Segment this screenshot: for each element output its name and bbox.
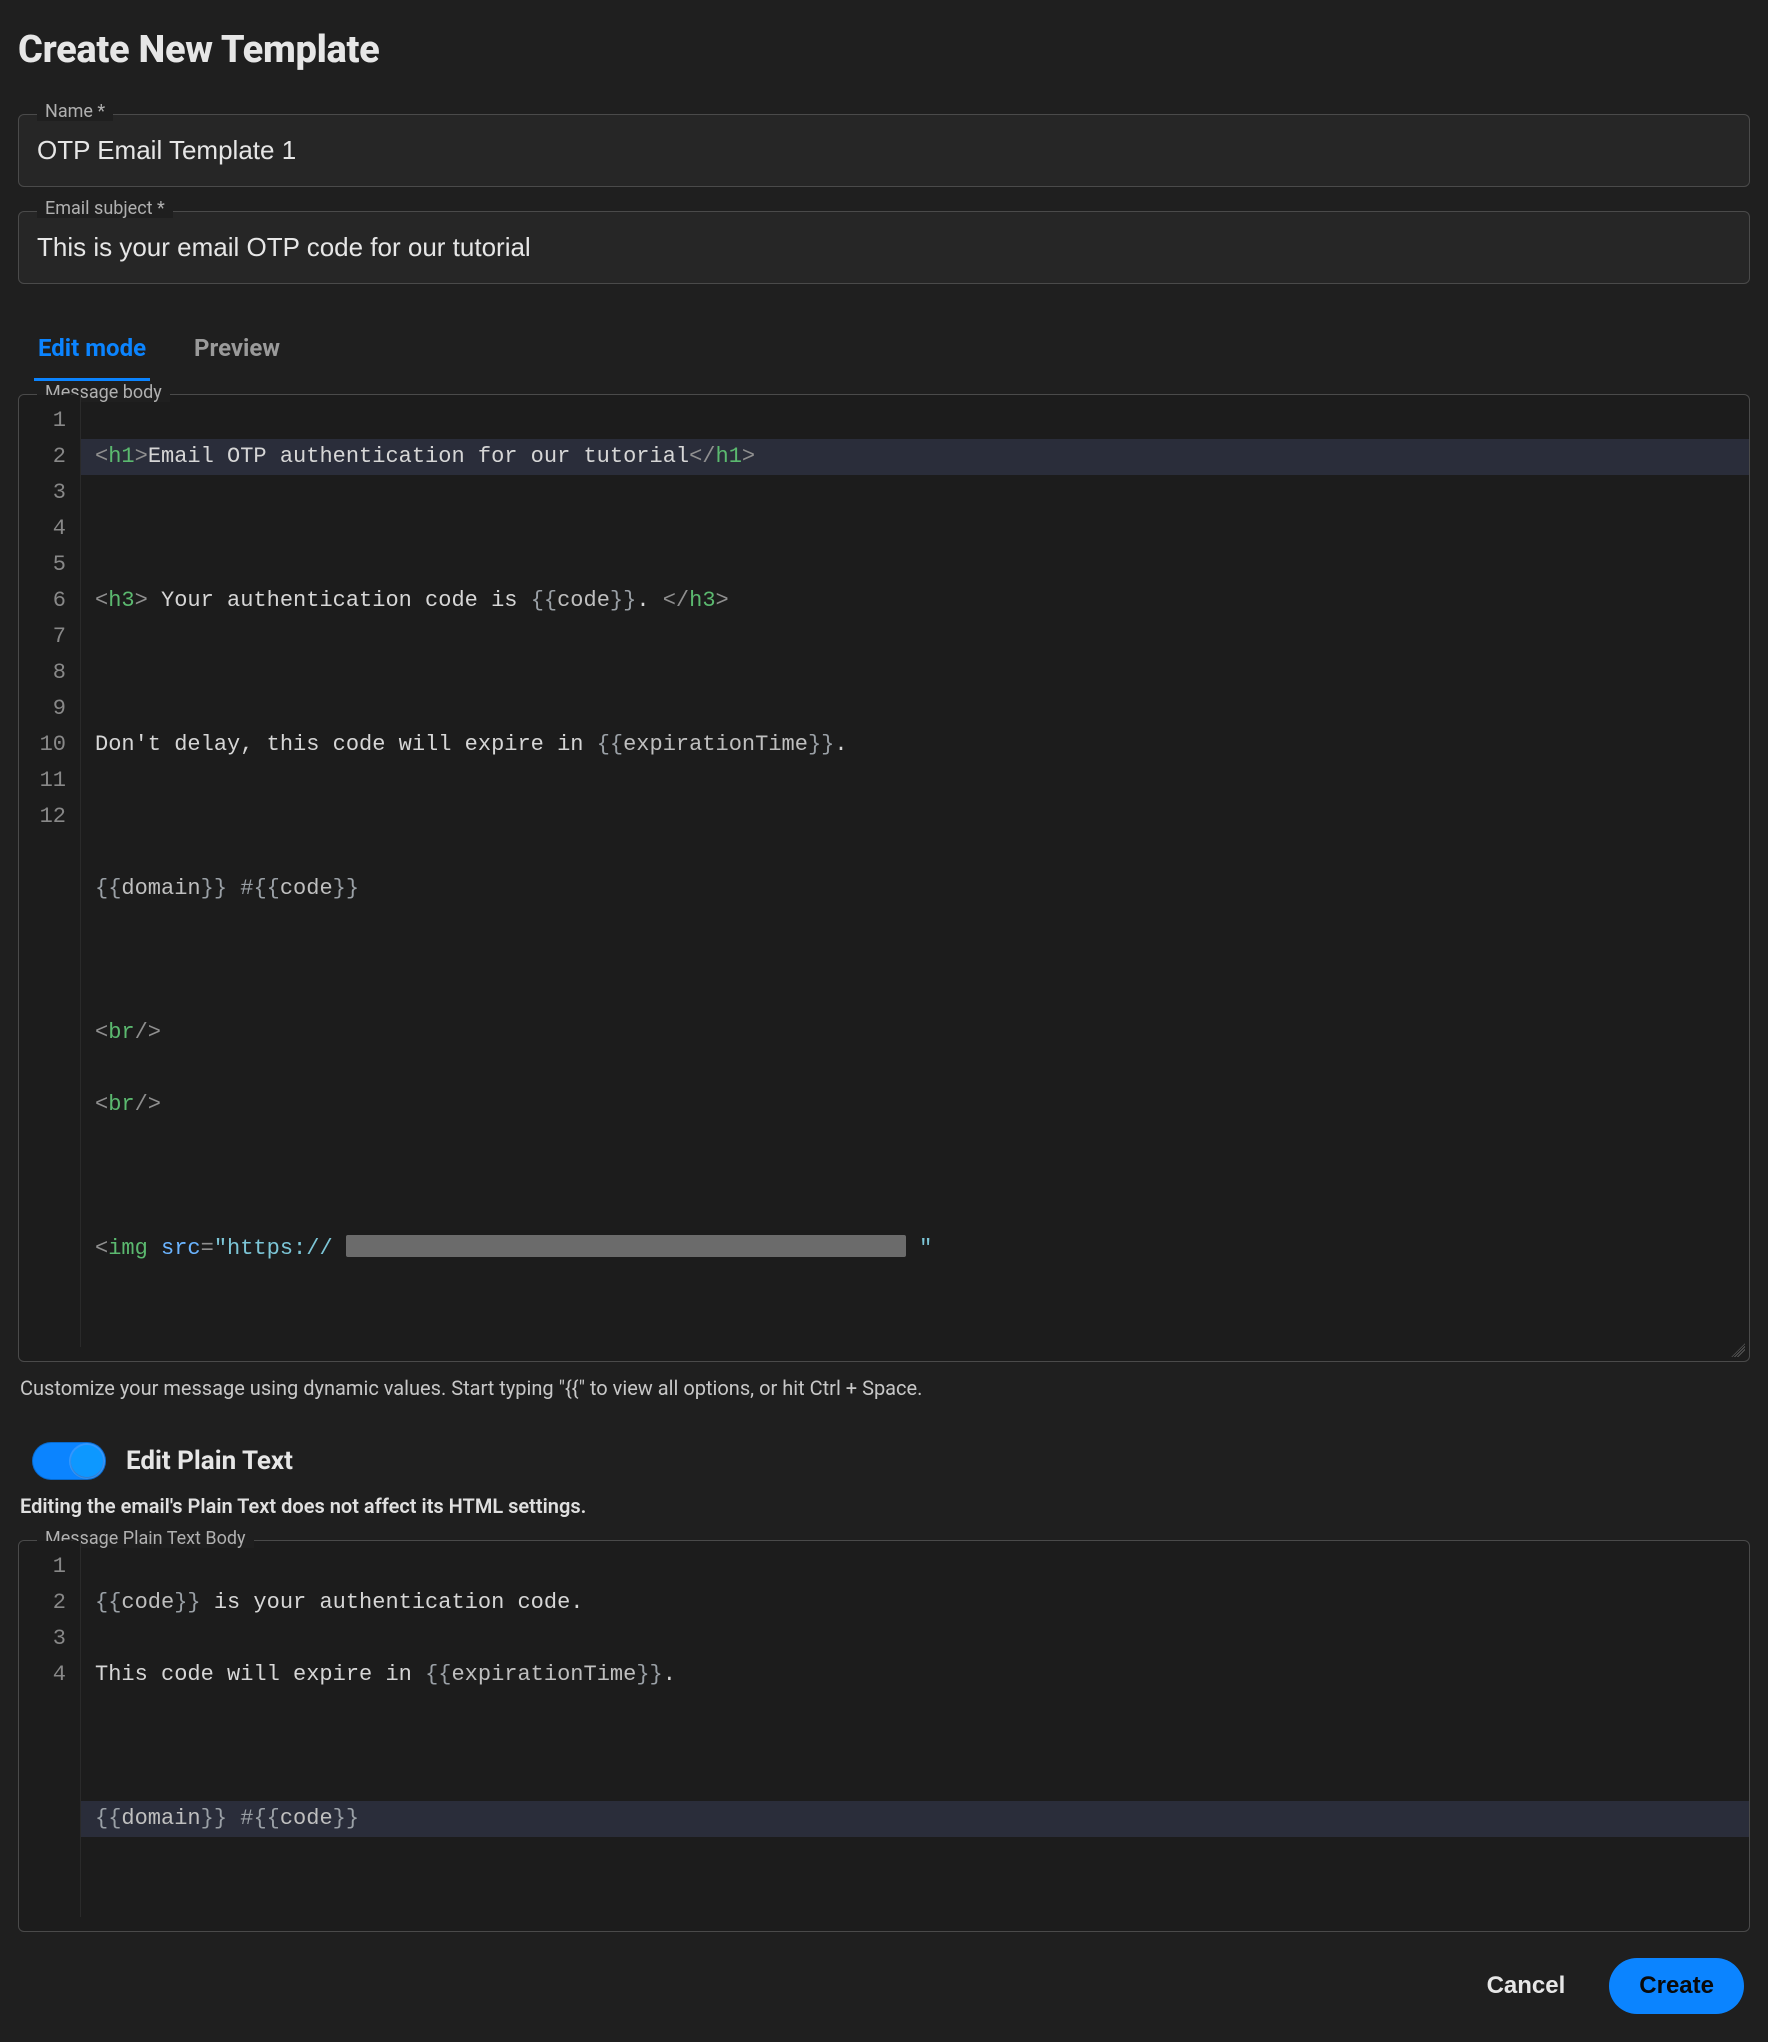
name-label: Name *	[37, 103, 113, 121]
plain-text-toggle-row: Edit Plain Text	[32, 1442, 1750, 1480]
subject-field: Email subject *	[18, 211, 1750, 284]
subject-input[interactable]	[19, 212, 1749, 283]
message-body-editor: Message body 1 2 3 4 5 6 7 8 9 10 11 12 …	[18, 394, 1750, 1362]
page-title: Create New Template	[18, 28, 1750, 72]
plain-gutter: 1 2 3 4	[19, 1541, 81, 1917]
html-code-editor[interactable]: 1 2 3 4 5 6 7 8 9 10 11 12 <h1>Email OTP…	[19, 395, 1749, 1361]
html-gutter: 1 2 3 4 5 6 7 8 9 10 11 12	[19, 395, 81, 1347]
cancel-button[interactable]: Cancel	[1469, 1958, 1584, 2014]
message-body-helper: Customize your message using dynamic val…	[20, 1376, 1748, 1400]
subject-label: Email subject *	[37, 200, 173, 218]
plain-text-toggle[interactable]	[32, 1442, 106, 1480]
html-code-area[interactable]: <h1>Email OTP authentication for our tut…	[81, 395, 1749, 1347]
toggle-knob	[71, 1445, 103, 1477]
name-field: Name *	[18, 114, 1750, 187]
tab-preview[interactable]: Preview	[190, 324, 284, 381]
plain-text-editor: Message Plain Text Body 1 2 3 4 {{code}}…	[18, 1540, 1750, 1932]
plain-text-note: Editing the email's Plain Text does not …	[20, 1494, 1750, 1518]
create-button[interactable]: Create	[1609, 1958, 1744, 2014]
plain-code-area[interactable]: {{code}} is your authentication code. Th…	[81, 1541, 1749, 1917]
tab-edit-mode[interactable]: Edit mode	[34, 324, 150, 381]
plain-code-editor[interactable]: 1 2 3 4 {{code}} is your authentication …	[19, 1541, 1749, 1931]
form-actions: Cancel Create	[18, 1958, 1750, 2014]
plain-text-toggle-label: Edit Plain Text	[126, 1446, 293, 1476]
editor-tabs: Edit mode Preview	[18, 324, 1750, 380]
resize-handle-icon[interactable]	[1731, 1343, 1745, 1357]
name-input[interactable]	[19, 115, 1749, 186]
create-template-form: Create New Template Name * Email subject…	[0, 0, 1768, 2042]
